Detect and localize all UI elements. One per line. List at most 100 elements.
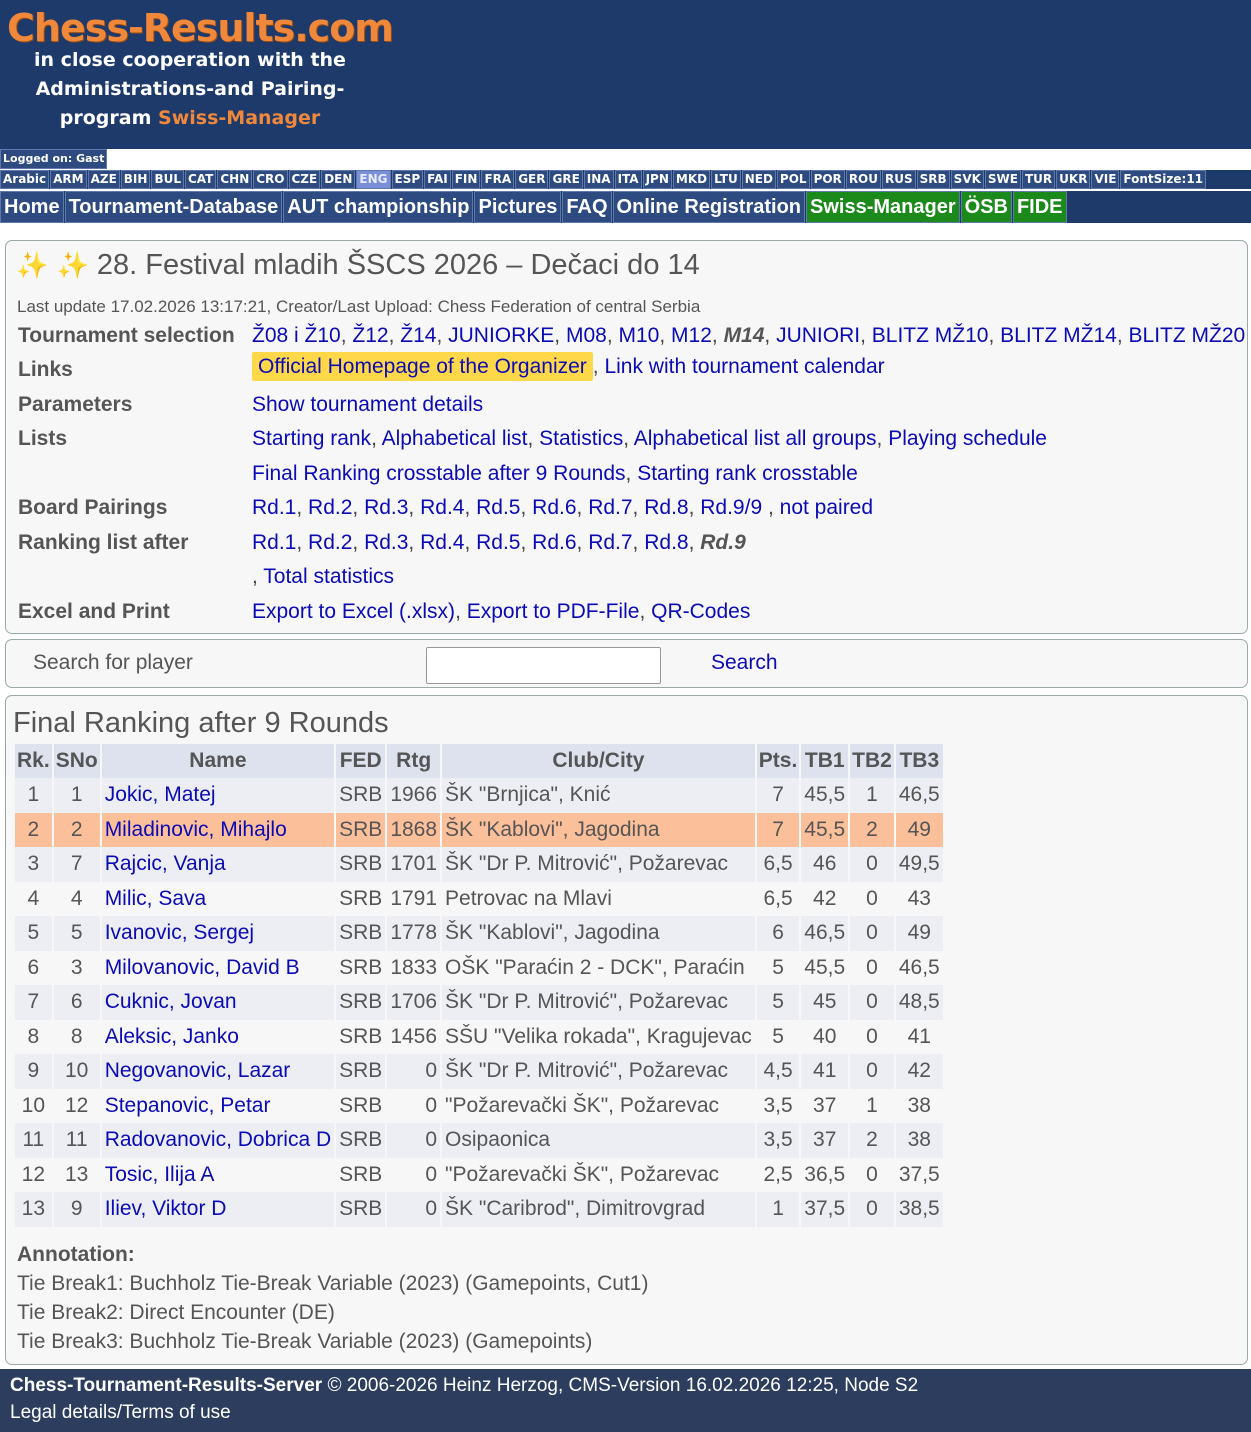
lang-fra[interactable]: FRA (481, 170, 515, 189)
link-starting-rank-crosstable[interactable]: Starting rank crosstable (637, 462, 858, 485)
lang-jpn[interactable]: JPN (642, 170, 672, 189)
link-rd-1[interactable]: Rd.1 (252, 496, 296, 519)
link-rd-8[interactable]: Rd.8 (644, 496, 688, 519)
group-juniori[interactable]: JUNIORI (776, 324, 860, 347)
lang-swe[interactable]: SWE (984, 170, 1021, 189)
link-rd-4[interactable]: Rd.4 (420, 496, 464, 519)
lang-ukr[interactable]: UKR (1056, 170, 1091, 189)
link-export-to-pdf-file[interactable]: Export to PDF-File (467, 600, 640, 623)
link-rd-5[interactable]: Rd.5 (476, 496, 520, 519)
cell-player-name[interactable]: Milovanovic, David B (101, 950, 335, 985)
lang-chn[interactable]: CHN (217, 170, 253, 189)
col-header-tb2[interactable]: TB2 (850, 744, 894, 778)
cell-player-name[interactable]: Miladinovic, Mihajlo (101, 812, 335, 847)
menu-online-registration[interactable]: Online Registration (612, 191, 806, 223)
col-header-rk[interactable]: Rk. (15, 744, 52, 778)
total-statistics-link[interactable]: Total statistics (263, 565, 394, 588)
lang-aze[interactable]: AZE (87, 170, 120, 189)
lang-eng[interactable]: ENG (356, 170, 391, 189)
group-blitz-m-14[interactable]: BLITZ MŽ14 (1000, 324, 1117, 347)
lang-ina[interactable]: INA (583, 170, 614, 189)
link-starting-rank[interactable]: Starting rank (252, 427, 371, 450)
search-input[interactable] (426, 647, 661, 684)
lang-srb[interactable]: SRB (916, 170, 950, 189)
logo-title[interactable]: Chess-Results.com (7, 6, 394, 50)
col-header-rtg[interactable]: Rtg (387, 744, 441, 778)
lang-rus[interactable]: RUS (882, 170, 916, 189)
cell-player-name[interactable]: Milic, Sava (101, 881, 335, 916)
lang-cat[interactable]: CAT (184, 170, 217, 189)
group-m14[interactable]: M14 (724, 324, 765, 347)
menu-swiss-manager[interactable]: Swiss-Manager (806, 191, 960, 223)
col-header-tb1[interactable]: TB1 (801, 744, 849, 778)
link-alphabetical-list[interactable]: Alphabetical list (382, 427, 528, 450)
menu-faq[interactable]: FAQ (562, 191, 612, 223)
col-header-sno[interactable]: SNo (53, 744, 100, 778)
search-button[interactable]: Search (711, 651, 778, 675)
lang-den[interactable]: DEN (321, 170, 356, 189)
cell-player-name[interactable]: Stepanovic, Petar (101, 1088, 335, 1123)
lang-mkd[interactable]: MKD (672, 170, 711, 189)
not-paired-link[interactable]: not paired (780, 496, 873, 519)
link-rd-7[interactable]: Rd.7 (588, 531, 632, 554)
group-blitz-m-20[interactable]: BLITZ MŽ20 (1129, 324, 1246, 347)
col-header-tb3[interactable]: TB3 (895, 744, 943, 778)
lang-bul[interactable]: BUL (151, 170, 184, 189)
lang-esp[interactable]: ESP (391, 170, 424, 189)
link-rd-2[interactable]: Rd.2 (308, 531, 352, 554)
link-rd-9-9[interactable]: Rd.9/9 (700, 496, 762, 519)
cell-player-name[interactable]: Ivanovic, Sergej (101, 916, 335, 951)
tournament-calendar-link[interactable]: Link with tournament calendar (604, 355, 884, 378)
lang-svk[interactable]: SVK (950, 170, 984, 189)
lang-tur[interactable]: TUR (1021, 170, 1056, 189)
cell-player-name[interactable]: Rajcic, Vanja (101, 847, 335, 882)
cell-player-name[interactable]: Aleksic, Janko (101, 1019, 335, 1054)
link-rd-1[interactable]: Rd.1 (252, 531, 296, 554)
col-header-fed[interactable]: FED (336, 744, 386, 778)
lang-cze[interactable]: CZE (288, 170, 321, 189)
legal-link[interactable]: Legal details/Terms of use (10, 1402, 231, 1424)
link-rd-5[interactable]: Rd.5 (476, 531, 520, 554)
link-rd-7[interactable]: Rd.7 (588, 496, 632, 519)
menu-fide[interactable]: FIDE (1012, 191, 1067, 223)
lang-ger[interactable]: GER (515, 170, 549, 189)
link-rd-3[interactable]: Rd.3 (364, 496, 408, 519)
col-header-club-city[interactable]: Club/City (442, 744, 755, 778)
lang-ned[interactable]: NED (741, 170, 776, 189)
link-statistics[interactable]: Statistics (539, 427, 623, 450)
menu-sb[interactable]: ÖSB (960, 191, 1012, 223)
lang-vie[interactable]: VIE (1091, 170, 1120, 189)
group-blitz-m-10[interactable]: BLITZ MŽ10 (872, 324, 989, 347)
show-details-link[interactable]: Show tournament details (252, 393, 483, 416)
lang-fin[interactable]: FIN (451, 170, 481, 189)
lang-gre[interactable]: GRE (549, 170, 583, 189)
link-rd-4[interactable]: Rd.4 (420, 531, 464, 554)
col-header-pts[interactable]: Pts. (756, 744, 800, 778)
group-14[interactable]: Ž14 (400, 324, 436, 347)
group-08-i-10[interactable]: Ž08 i Ž10 (252, 324, 341, 347)
cell-player-name[interactable]: Tosic, Ilija A (101, 1157, 335, 1192)
group-juniorke[interactable]: JUNIORKE (448, 324, 554, 347)
lang-fontsize-11[interactable]: FontSize:11 (1120, 170, 1207, 189)
cell-player-name[interactable]: Radovanovic, Dobrica D (101, 1123, 335, 1158)
link-playing-schedule[interactable]: Playing schedule (888, 427, 1047, 450)
link-rd-3[interactable]: Rd.3 (364, 531, 408, 554)
group-m12[interactable]: M12 (671, 324, 712, 347)
menu-home[interactable]: Home (0, 191, 64, 223)
link-rd-6[interactable]: Rd.6 (532, 531, 576, 554)
cell-player-name[interactable]: Negovanovic, Lazar (101, 1054, 335, 1089)
lang-arm[interactable]: ARM (50, 170, 87, 189)
link-qr-codes[interactable]: QR-Codes (651, 600, 750, 623)
link-export-to-excel-xlsx[interactable]: Export to Excel (.xlsx) (252, 600, 455, 623)
link-rd-2[interactable]: Rd.2 (308, 496, 352, 519)
lang-arabic[interactable]: Arabic (0, 170, 50, 189)
link-rd-6[interactable]: Rd.6 (532, 496, 576, 519)
group-m10[interactable]: M10 (619, 324, 660, 347)
cell-player-name[interactable]: Iliev, Viktor D (101, 1192, 335, 1227)
lang-cro[interactable]: CRO (253, 170, 288, 189)
lang-pol[interactable]: POL (776, 170, 810, 189)
cell-player-name[interactable]: Jokic, Matej (101, 778, 335, 813)
lang-rou[interactable]: ROU (845, 170, 881, 189)
cell-player-name[interactable]: Cuknic, Jovan (101, 985, 335, 1020)
official-homepage-link[interactable]: Official Homepage of the Organizer (252, 352, 593, 381)
